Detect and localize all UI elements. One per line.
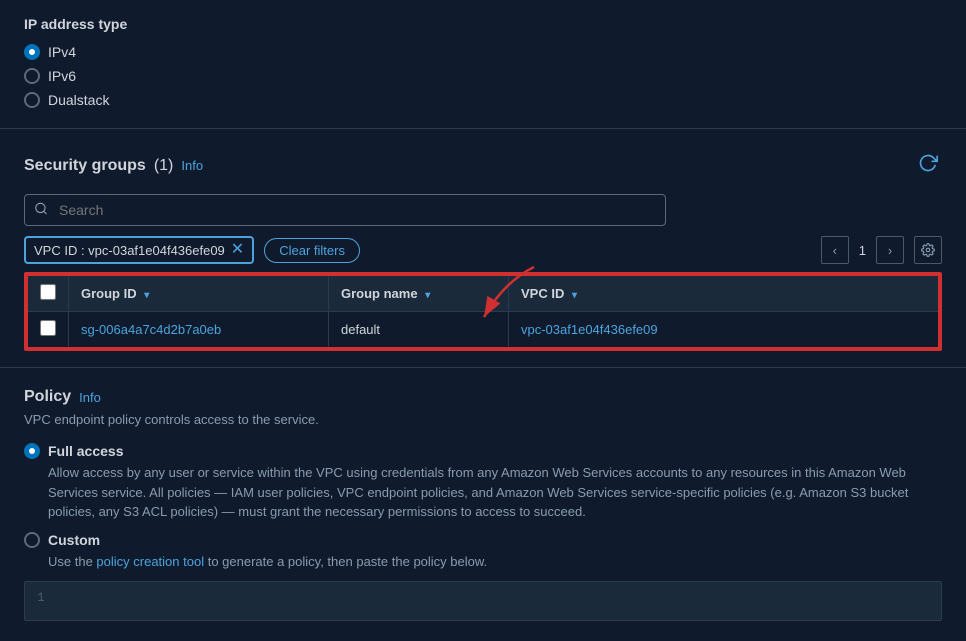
ipv6-radio[interactable] <box>24 68 40 84</box>
sort-group-name-icon[interactable]: ▾ <box>425 290 430 301</box>
pagination-prev-button[interactable]: ‹ <box>821 236 849 264</box>
security-groups-section: Security groups (1) Info VPC ID : vpc-03… <box>0 133 966 368</box>
sg-controls-right: ‹ 1 › <box>821 236 942 264</box>
ipv4-radio[interactable] <box>24 44 40 60</box>
row-select-checkbox[interactable] <box>40 320 56 336</box>
sg-header: Security groups (1) Info <box>24 149 942 182</box>
ipv4-option[interactable]: IPv4 <box>24 44 942 60</box>
col-header-checkbox <box>27 275 69 312</box>
sg-count: (1) <box>154 157 174 175</box>
filter-remove-button[interactable]: ✕ <box>231 242 244 258</box>
sg-info-link[interactable]: Info <box>181 158 203 173</box>
policy-creation-tool-link[interactable]: policy creation tool <box>96 554 204 569</box>
policy-description: VPC endpoint policy controls access to t… <box>24 412 942 427</box>
line-number: 1 <box>37 590 45 605</box>
col-header-group-id: Group ID ▾ <box>69 275 329 312</box>
full-access-name: Full access <box>48 443 124 459</box>
row-vpc-id-cell: vpc-03af1e04f436efe09 <box>509 312 940 349</box>
search-input[interactable] <box>24 194 666 226</box>
custom-name: Custom <box>48 532 100 548</box>
refresh-icon <box>918 153 938 173</box>
settings-icon <box>921 243 935 257</box>
policy-options: Full access Allow access by any user or … <box>24 443 942 571</box>
dualstack-radio[interactable] <box>24 92 40 108</box>
vpc-id-link[interactable]: vpc-03af1e04f436efe09 <box>521 322 658 337</box>
row-group-name-cell: default <box>329 312 509 349</box>
policy-header: Policy Info <box>24 388 942 406</box>
pagination-page: 1 <box>855 243 870 258</box>
table-settings-button[interactable] <box>914 236 942 264</box>
custom-radio[interactable] <box>24 532 40 548</box>
custom-option: Custom Use the policy creation tool to g… <box>24 532 942 572</box>
security-groups-table: Group ID ▾ Group name ▾ VPC ID ▾ <box>26 274 940 349</box>
custom-desc-prefix: Use the <box>48 554 96 569</box>
dualstack-label: Dualstack <box>48 92 109 108</box>
ip-address-section: IP address type IPv4 IPv6 Dualstack <box>0 0 966 129</box>
table-header-row: Group ID ▾ Group name ▾ VPC ID ▾ <box>27 275 939 312</box>
policy-section: Policy Info VPC endpoint policy controls… <box>0 372 966 641</box>
ipv4-label: IPv4 <box>48 44 76 60</box>
sort-vpc-id-icon[interactable]: ▾ <box>572 290 577 301</box>
filter-tag: VPC ID : vpc-03af1e04f436efe09 ✕ <box>24 236 254 264</box>
dualstack-option[interactable]: Dualstack <box>24 92 942 108</box>
table-wrapper: Group ID ▾ Group name ▾ VPC ID ▾ <box>24 272 942 351</box>
policy-code-editor[interactable]: 1 <box>24 581 942 621</box>
group-id-link[interactable]: sg-006a4a7c4d2b7a0eb <box>81 322 221 337</box>
custom-label-row[interactable]: Custom <box>24 532 942 548</box>
custom-desc-suffix: to generate a policy, then paste the pol… <box>204 554 487 569</box>
filter-tag-text: VPC ID : vpc-03af1e04f436efe09 <box>34 243 225 258</box>
row-group-id-cell: sg-006a4a7c4d2b7a0eb <box>69 312 329 349</box>
sg-controls: VPC ID : vpc-03af1e04f436efe09 ✕ Clear f… <box>24 236 942 264</box>
group-name-value: default <box>341 322 380 337</box>
pagination-row: ‹ 1 › <box>821 236 942 264</box>
row-checkbox-cell <box>27 312 69 349</box>
sort-group-id-icon[interactable]: ▾ <box>144 290 149 301</box>
ipv6-option[interactable]: IPv6 <box>24 68 942 84</box>
pagination-next-button[interactable]: › <box>876 236 904 264</box>
col-header-vpc-id: VPC ID ▾ <box>509 275 940 312</box>
search-container <box>24 194 942 226</box>
policy-info-link[interactable]: Info <box>79 390 101 405</box>
ip-radio-group: IPv4 IPv6 Dualstack <box>24 44 942 108</box>
full-access-option: Full access Allow access by any user or … <box>24 443 942 522</box>
clear-filters-button[interactable]: Clear filters <box>264 238 360 263</box>
full-access-radio[interactable] <box>24 443 40 459</box>
table-row: sg-006a4a7c4d2b7a0eb default vpc-03af1e0… <box>27 312 939 349</box>
ipv6-label: IPv6 <box>48 68 76 84</box>
sg-section-title: Security groups <box>24 157 146 175</box>
sg-controls-left: VPC ID : vpc-03af1e04f436efe09 ✕ Clear f… <box>24 236 360 264</box>
custom-description: Use the policy creation tool to generate… <box>24 552 942 572</box>
policy-title: Policy <box>24 388 71 406</box>
search-icon <box>34 202 48 219</box>
full-access-label-row[interactable]: Full access <box>24 443 942 459</box>
ip-section-title: IP address type <box>24 16 942 32</box>
table-container: Group ID ▾ Group name ▾ VPC ID ▾ <box>24 272 942 351</box>
refresh-button[interactable] <box>914 149 942 182</box>
sg-title-group: Security groups (1) Info <box>24 157 203 175</box>
full-access-description: Allow access by any user or service with… <box>24 463 942 522</box>
select-all-checkbox[interactable] <box>40 284 56 300</box>
col-header-group-name: Group name ▾ <box>329 275 509 312</box>
